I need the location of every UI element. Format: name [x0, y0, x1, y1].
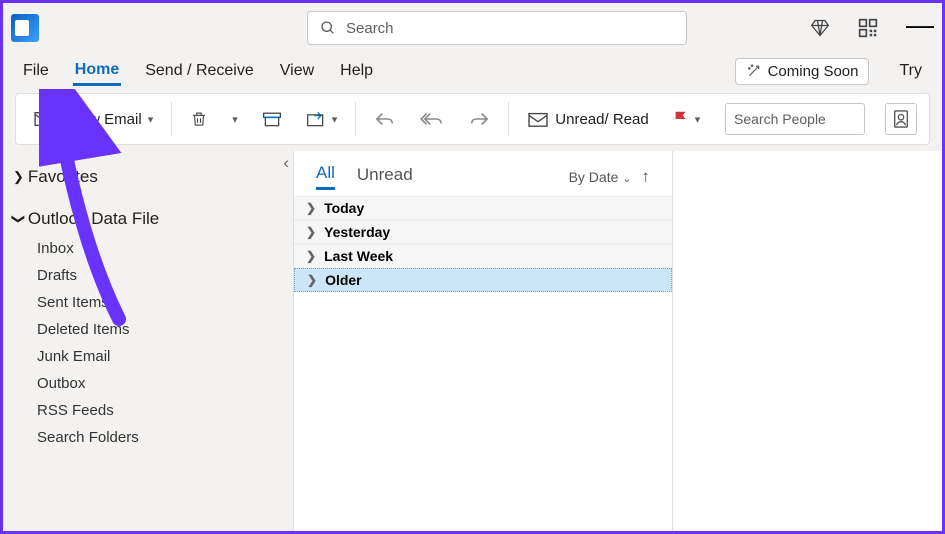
reply-all-button[interactable] [414, 101, 450, 137]
new-email-icon [34, 110, 56, 128]
move-to-folder-icon [306, 110, 326, 128]
outlook-logo-icon [11, 14, 39, 42]
chevron-down-icon: ❯ [10, 214, 26, 225]
folder-rss-feeds[interactable]: RSS Feeds [13, 397, 293, 424]
chevron-right-icon: ❯ [13, 169, 24, 185]
reading-pane [673, 151, 942, 534]
coming-soon-button[interactable]: Coming Soon [735, 58, 870, 85]
collapse-nav-button[interactable]: ‹ [283, 153, 289, 173]
reply-all-icon [420, 110, 444, 128]
outlook-window: Search — File Home Send / Receive View H… [0, 0, 945, 534]
search-placeholder: Search [346, 20, 394, 37]
delete-button[interactable] [184, 101, 214, 137]
folder-nav-pane: ‹ ❯ Favorites ❯ Outlook Data File Inbox … [3, 151, 293, 534]
chevron-right-icon: ❯ [306, 225, 316, 239]
forward-button[interactable] [462, 101, 496, 137]
folder-search-folders[interactable]: Search Folders [13, 424, 293, 451]
group-last-week[interactable]: ❯Last Week [294, 244, 672, 268]
menu-help[interactable]: Help [338, 58, 375, 84]
new-email-button[interactable]: New Email ▾ [28, 101, 159, 137]
ribbon-toolbar: New Email ▾ ▾ ▾ Unread/ Read [15, 93, 930, 145]
menu-home[interactable]: Home [73, 57, 121, 86]
envelope-icon [527, 110, 549, 128]
chevron-down-icon: ▾ [148, 113, 154, 126]
folder-inbox[interactable]: Inbox [13, 235, 293, 262]
plus-badge-icon [54, 118, 64, 128]
message-list-pane: All Unread By Date ⌄ ↑ ❯Today❯Yesterday❯… [293, 151, 673, 534]
archive-icon [262, 110, 282, 128]
forward-icon [468, 110, 490, 128]
unread-read-button[interactable]: Unread/ Read [521, 101, 654, 137]
folder-deleted-items[interactable]: Deleted Items [13, 316, 293, 343]
menu-view[interactable]: View [278, 58, 316, 84]
reply-icon [374, 110, 396, 128]
move-button[interactable]: ▾ [300, 101, 344, 137]
sort-direction-button[interactable]: ↑ [642, 167, 651, 187]
flag-button[interactable]: ▾ [667, 101, 707, 137]
wand-icon [746, 63, 762, 79]
address-book-button[interactable] [885, 103, 917, 135]
folder-junk-email[interactable]: Junk Email [13, 343, 293, 370]
group-today[interactable]: ❯Today [294, 196, 672, 220]
global-search-input[interactable]: Search [307, 11, 687, 45]
data-file-header[interactable]: ❯ Outlook Data File [13, 203, 293, 235]
qr-code-icon[interactable] [858, 18, 878, 38]
trash-icon [190, 109, 208, 129]
delete-dropdown[interactable]: ▾ [226, 101, 244, 137]
chevron-right-icon: ❯ [307, 273, 317, 287]
reply-button[interactable] [368, 101, 402, 137]
group-yesterday[interactable]: ❯Yesterday [294, 220, 672, 244]
sort-by-button[interactable]: By Date ⌄ [569, 169, 632, 185]
flag-icon [673, 110, 689, 128]
chevron-right-icon: ❯ [306, 201, 316, 215]
menu-send-receive[interactable]: Send / Receive [143, 58, 256, 84]
menu-bar: File Home Send / Receive View Help Comin… [3, 53, 942, 89]
search-icon [320, 20, 336, 36]
folder-sent-items[interactable]: Sent Items [13, 289, 293, 316]
menu-file[interactable]: File [21, 58, 51, 84]
folder-outbox[interactable]: Outbox [13, 370, 293, 397]
archive-button[interactable] [256, 101, 288, 137]
chevron-right-icon: ❯ [306, 249, 316, 263]
folder-drafts[interactable]: Drafts [13, 262, 293, 289]
tab-all[interactable]: All [316, 163, 335, 190]
group-older[interactable]: ❯Older [294, 268, 672, 292]
diamond-premium-icon[interactable] [810, 18, 830, 38]
menu-try[interactable]: Try [897, 58, 924, 84]
favorites-header[interactable]: ❯ Favorites [13, 161, 293, 193]
address-book-icon [892, 109, 910, 129]
people-search-input[interactable]: Search People [725, 103, 865, 135]
tab-unread[interactable]: Unread [357, 165, 413, 189]
titlebar: Search — [3, 3, 942, 53]
